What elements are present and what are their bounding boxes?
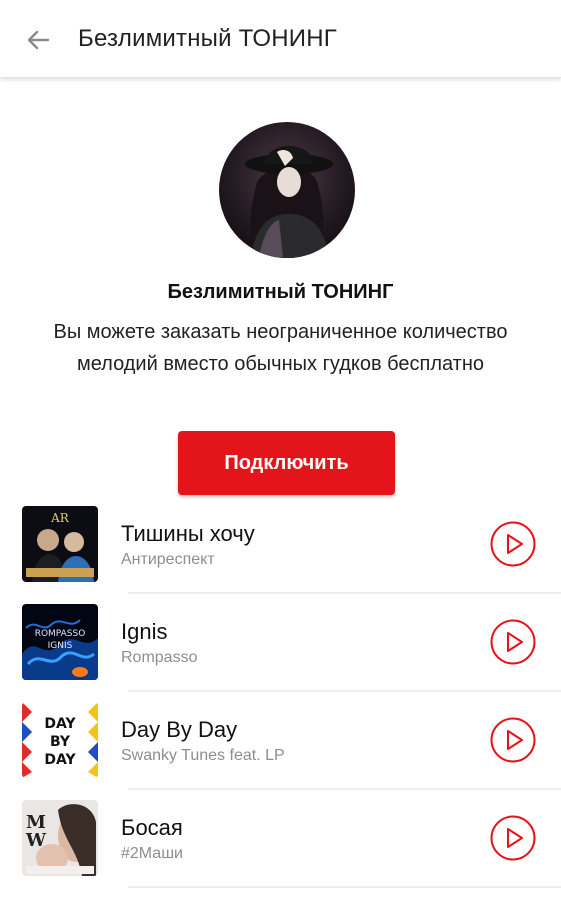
track-artist: Swanky Tunes feat. LP <box>121 747 285 764</box>
track-title: Ignis <box>121 619 168 644</box>
top-app-bar: Безлимитный ТОНИНГ <box>0 0 561 78</box>
svg-text:ROMPASSO: ROMPASSO <box>35 629 86 639</box>
play-circle-icon[interactable] <box>490 619 536 665</box>
album-cover: M W <box>22 800 98 876</box>
album-cover: AR <box>22 506 98 582</box>
play-circle-icon[interactable] <box>490 521 536 567</box>
svg-text:W: W <box>25 830 47 851</box>
track-item[interactable]: ROMPASSO IGNIS Ignis Rompasso <box>0 594 561 692</box>
track-title: Day By Day <box>121 717 238 742</box>
track-title: Тишины хочу <box>121 521 255 546</box>
album-cover: ROMPASSO IGNIS <box>22 604 98 680</box>
track-artist: Rompasso <box>121 649 198 666</box>
track-item[interactable]: M W Босая #2Маши <box>0 790 561 888</box>
svg-text:IGNIS: IGNIS <box>48 641 73 651</box>
play-circle-icon[interactable] <box>490 815 536 861</box>
arrow-left-icon[interactable] <box>20 22 56 58</box>
track-artist: #2Маши <box>121 845 183 862</box>
svg-text:DAY: DAY <box>44 752 76 768</box>
track-item[interactable]: AR Тишины хочу Антиреспект <box>0 496 561 594</box>
promo-title: Безлимитный ТОНИНГ <box>167 281 394 303</box>
play-circle-icon[interactable] <box>490 717 536 763</box>
album-cover: DAY BY DAY <box>22 702 98 778</box>
track-title: Босая <box>121 815 183 840</box>
promo-description: Вы можете заказать неограниченное количе… <box>53 321 508 375</box>
track-artist: Антиреспект <box>121 551 215 568</box>
svg-text:DAY: DAY <box>44 716 76 732</box>
svg-text:BY: BY <box>50 734 71 750</box>
promo-avatar <box>219 122 355 258</box>
track-list: AR Тишины хочу Антиреспект ROMPASSO IGNI… <box>0 496 561 888</box>
connect-button[interactable]: Подключить <box>178 431 395 495</box>
page-title: Безлимитный ТОНИНГ <box>78 25 337 52</box>
svg-text:AR: AR <box>50 511 70 525</box>
divider <box>128 886 561 888</box>
track-item[interactable]: DAY BY DAY Day By Day Swanky Tunes feat.… <box>0 692 561 790</box>
